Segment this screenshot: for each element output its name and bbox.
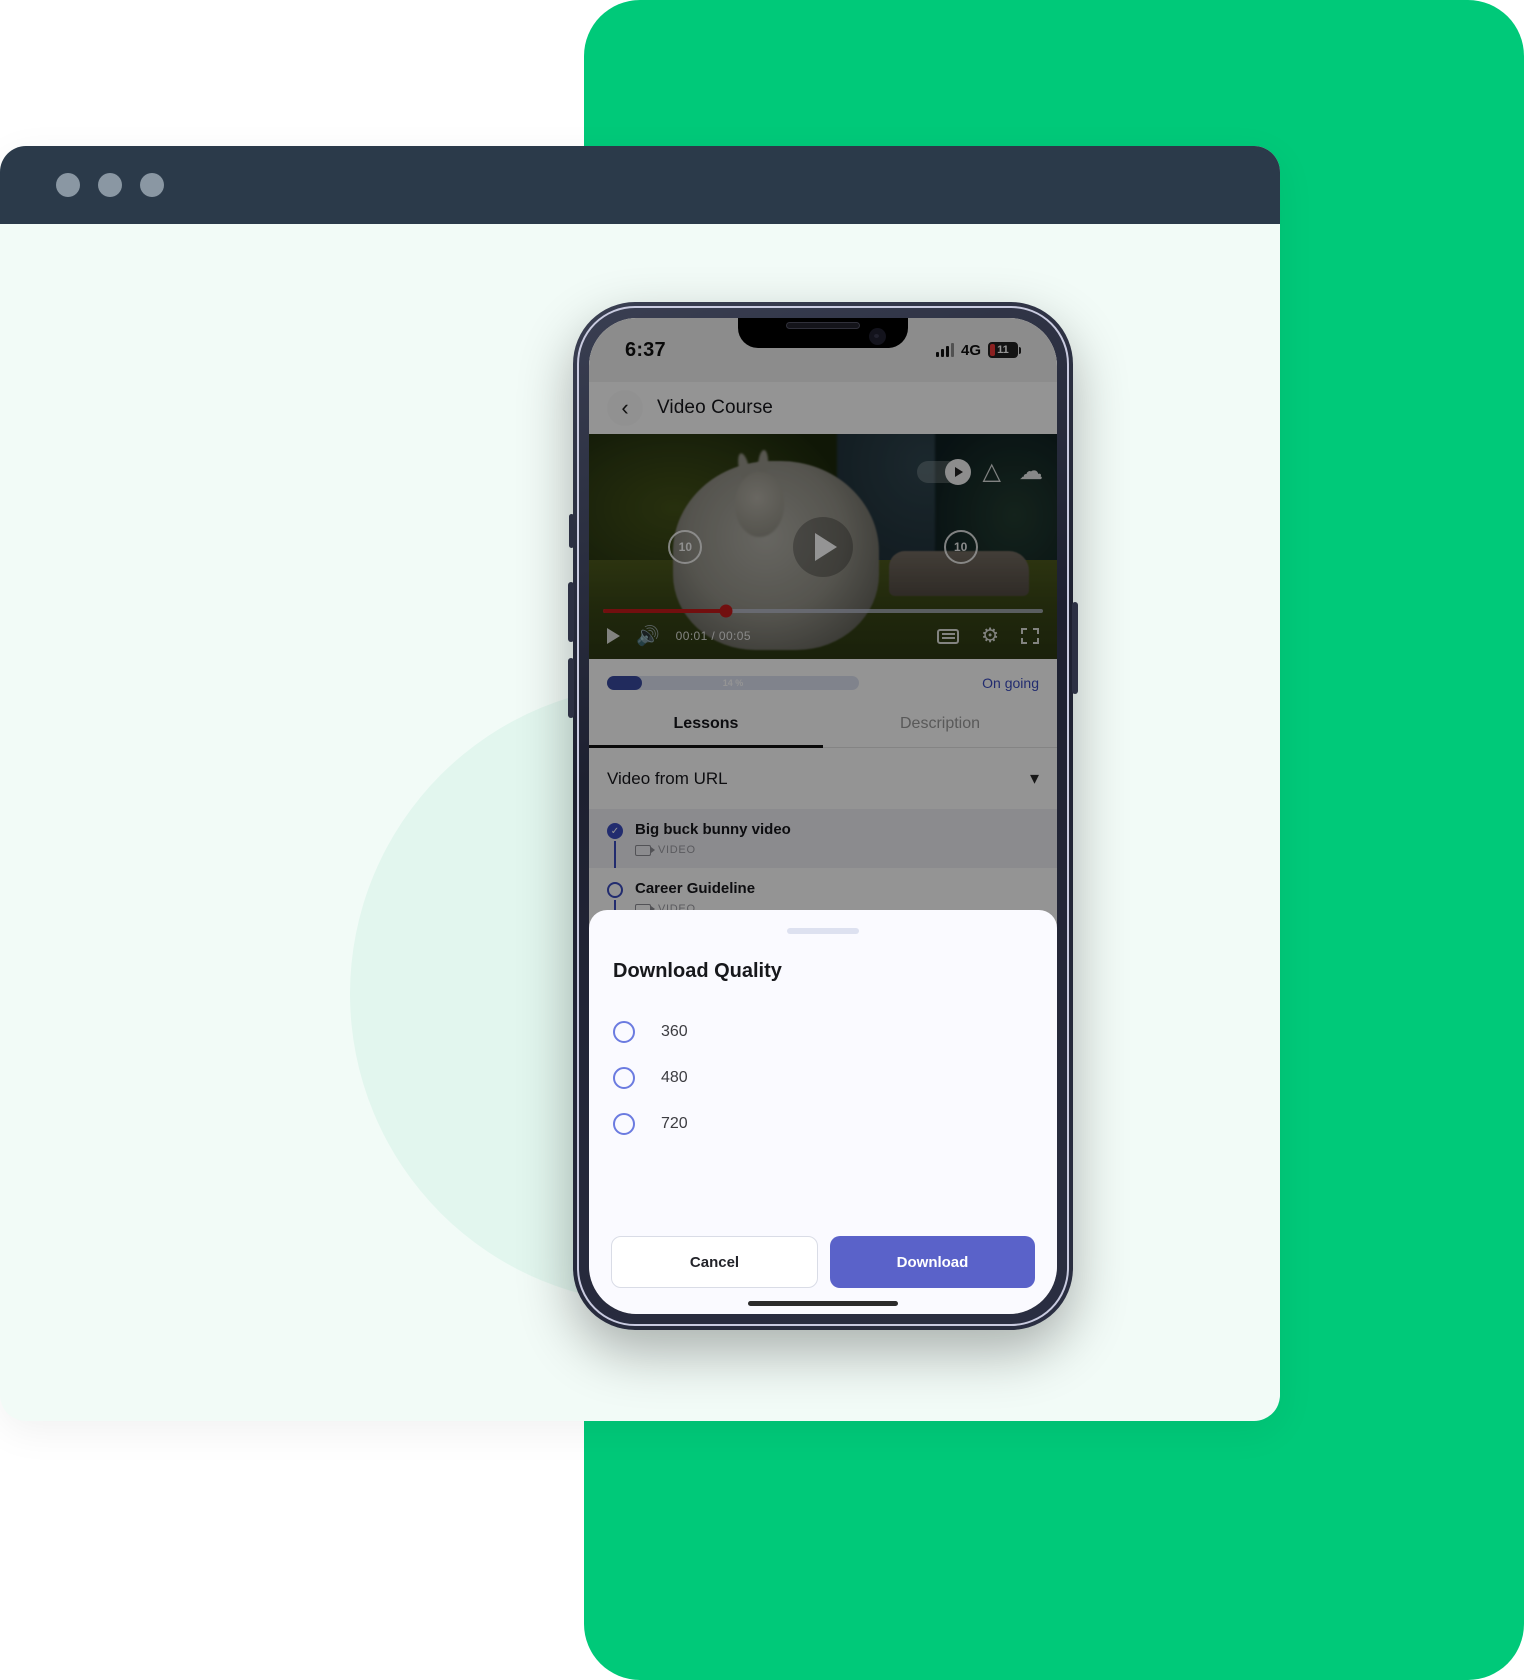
earpiece-speaker [786,322,860,329]
download-button[interactable]: Download [830,1236,1035,1288]
front-camera [869,328,886,345]
quality-option-label: 720 [661,1115,688,1132]
browser-titlebar [0,146,1280,224]
quality-option-480[interactable]: 480 [611,1055,1035,1101]
phone-silent-switch[interactable] [569,514,574,548]
window-minimize-dot[interactable] [98,173,122,197]
home-indicator [748,1301,898,1306]
phone-notch [738,318,908,348]
phone-mockup: 6:37 4G 11 ‹ Video Course △ ☁ 10 10 🔊 00… [568,302,1078,1330]
phone-volume-up-button[interactable] [568,582,574,642]
phone-volume-down-button[interactable] [568,658,574,718]
quality-option-label: 360 [661,1023,688,1040]
sheet-action-row: Cancel Download [611,1220,1035,1314]
window-close-dot[interactable] [56,173,80,197]
window-maximize-dot[interactable] [140,173,164,197]
download-quality-sheet: Download Quality 360 480 720 Cancel Down… [589,910,1057,1314]
cancel-button[interactable]: Cancel [611,1236,818,1288]
radio-button-icon[interactable] [613,1021,635,1043]
quality-option-label: 480 [661,1069,688,1086]
sheet-title: Download Quality [613,960,782,982]
phone-power-button[interactable] [1072,602,1078,694]
phone-frame: 6:37 4G 11 ‹ Video Course △ ☁ 10 10 🔊 00… [568,302,1078,1330]
radio-button-icon[interactable] [613,1067,635,1089]
app-root: 6:37 4G 11 ‹ Video Course △ ☁ 10 10 🔊 00… [589,318,1057,1314]
quality-option-720[interactable]: 720 [611,1101,1035,1147]
quality-option-360[interactable]: 360 [611,1009,1035,1055]
phone-screen: 6:37 4G 11 ‹ Video Course △ ☁ 10 10 🔊 00… [589,318,1057,1314]
radio-button-icon[interactable] [613,1113,635,1135]
sheet-drag-handle[interactable] [787,928,859,934]
